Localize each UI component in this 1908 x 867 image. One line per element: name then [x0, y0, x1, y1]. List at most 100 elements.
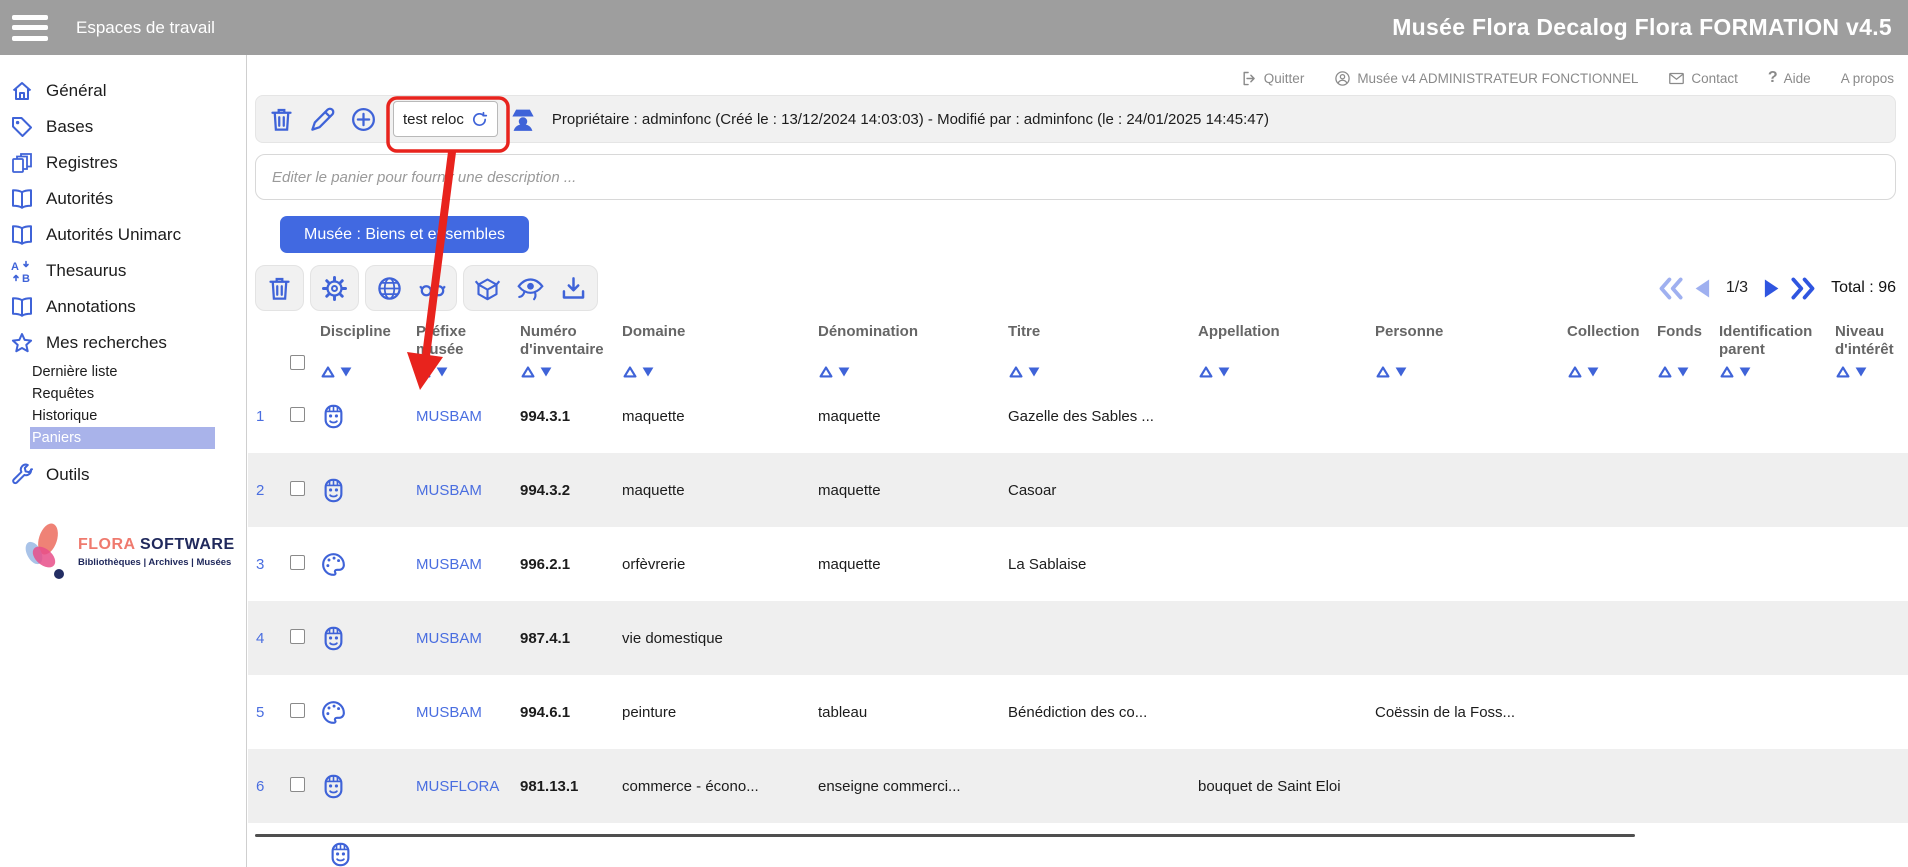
scope-button[interactable]: Musée : Biens et ensembles [280, 216, 529, 253]
cell-domaine: commerce - écono... [614, 778, 810, 795]
sort-desc-icon[interactable] [836, 365, 852, 379]
sort-asc-icon[interactable] [1198, 365, 1214, 379]
sort-desc-icon[interactable] [1853, 365, 1869, 379]
sort-asc-icon[interactable] [622, 365, 638, 379]
prefixe-musee-link[interactable]: MUSBAM [416, 408, 482, 425]
delete-basket-icon[interactable] [268, 106, 295, 133]
sort-asc-icon[interactable] [320, 365, 336, 379]
row-number-link[interactable]: 3 [256, 556, 264, 573]
sidebar-item-general[interactable]: Général [0, 73, 246, 109]
sort-asc-icon[interactable] [818, 365, 834, 379]
row-checkbox[interactable] [290, 481, 305, 496]
description-input[interactable] [255, 154, 1896, 200]
row-checkbox[interactable] [290, 555, 305, 570]
table-row[interactable]: 6 MUSFLORA 981.13.1 commerce - écono... … [248, 749, 1908, 823]
sort-asc-icon[interactable] [1375, 365, 1391, 379]
first-page-icon[interactable] [1657, 275, 1684, 302]
user-circle-icon [1334, 70, 1351, 87]
sidebar-subitem-requetes[interactable]: Requêtes [32, 383, 246, 405]
prefixe-musee-link[interactable]: MUSBAM [416, 704, 482, 721]
delete-records-icon[interactable] [266, 275, 293, 302]
sidebar-item-registres[interactable]: Registres [0, 145, 246, 181]
sort-desc-icon[interactable] [1585, 365, 1601, 379]
table-row[interactable]: 5 MUSBAM 994.6.1 peinture tableau Bénédi… [248, 675, 1908, 749]
prefixe-musee-link[interactable]: MUSBAM [416, 482, 482, 499]
page-indicator: 1/3 [1726, 279, 1748, 297]
spy-icon[interactable] [508, 104, 538, 134]
sort-asc-icon[interactable] [416, 365, 432, 379]
sort-desc-icon[interactable] [538, 365, 554, 379]
horus-eye-icon[interactable] [517, 275, 544, 302]
refresh-icon[interactable] [471, 111, 488, 128]
sort-asc-icon[interactable] [1657, 365, 1673, 379]
glasses-icon[interactable] [419, 275, 446, 302]
sidebar-item-bases[interactable]: Bases [0, 109, 246, 145]
basket-name-box[interactable]: test reloc [393, 101, 498, 137]
last-page-icon[interactable] [1790, 275, 1817, 302]
row-checkbox[interactable] [290, 777, 305, 792]
logo-wordmark: FLORA SOFTWARE [78, 536, 235, 554]
flora-flower-icon [18, 521, 70, 583]
sort-asc-icon[interactable] [1719, 365, 1735, 379]
sort-desc-icon[interactable] [338, 365, 354, 379]
row-number-link[interactable]: 5 [256, 704, 264, 721]
sidebar-subitem-paniers[interactable]: Paniers [30, 427, 215, 449]
sidebar-subitem-historique[interactable]: Historique [32, 405, 246, 427]
gear-icon[interactable] [321, 275, 348, 302]
cell-titre: La Sablaise [1000, 556, 1190, 573]
hamburger-menu-icon[interactable] [12, 15, 48, 41]
globe-icon[interactable] [376, 275, 403, 302]
sidebar-item-autorites[interactable]: Autorités [0, 181, 246, 217]
apropos-link[interactable]: A propos [1841, 71, 1894, 86]
previous-page-icon[interactable] [1690, 275, 1717, 302]
sort-asc-icon[interactable] [1008, 365, 1024, 379]
cell-numero-inventaire: 994.3.2 [512, 482, 614, 499]
download-icon[interactable] [560, 275, 587, 302]
table-row[interactable]: 4 MUSBAM 987.4.1 vie domestique [248, 601, 1908, 675]
prefixe-musee-link[interactable]: MUSBAM [416, 556, 482, 573]
edit-basket-icon[interactable] [309, 106, 336, 133]
row-number-link[interactable]: 2 [256, 482, 264, 499]
cell-denomination: maquette [810, 408, 1000, 425]
sort-desc-icon[interactable] [1393, 365, 1409, 379]
sidebar-item-thesaurus[interactable]: Thesaurus [0, 253, 246, 289]
home-icon [10, 79, 34, 103]
row-checkbox[interactable] [290, 703, 305, 718]
sort-desc-icon[interactable] [434, 365, 450, 379]
row-number-link[interactable]: 4 [256, 630, 264, 647]
sort-asc-icon[interactable] [520, 365, 536, 379]
sort-asc-icon[interactable] [1567, 365, 1583, 379]
row-checkbox[interactable] [290, 407, 305, 422]
palette-icon [320, 699, 347, 726]
row-checkbox[interactable] [290, 629, 305, 644]
next-page-icon[interactable] [1757, 275, 1784, 302]
sort-desc-icon[interactable] [1675, 365, 1691, 379]
envelope-icon [1668, 70, 1685, 87]
table-row[interactable]: 2 MUSBAM 994.3.2 maquette maquette Casoa… [248, 453, 1908, 527]
prefixe-musee-link[interactable]: MUSFLORA [416, 778, 499, 795]
quitter-link[interactable]: Quitter [1241, 70, 1305, 87]
row-number-link[interactable]: 1 [256, 408, 264, 425]
select-all-checkbox[interactable] [290, 355, 305, 370]
contact-link[interactable]: Contact [1668, 70, 1738, 87]
sidebar-item-mes-recherches[interactable]: Mes recherches [0, 325, 246, 361]
add-basket-icon[interactable] [350, 106, 377, 133]
sidebar-item-autorites-unimarc[interactable]: Autorités Unimarc [0, 217, 246, 253]
box-icon[interactable] [474, 275, 501, 302]
aide-link[interactable]: ? Aide [1768, 69, 1811, 87]
sidebar-item-annotations[interactable]: Annotations [0, 289, 246, 325]
sort-asc-icon[interactable] [1835, 365, 1851, 379]
sidebar-subitem-derniere-liste[interactable]: Dernière liste [32, 361, 246, 383]
registers-icon [10, 151, 34, 175]
row-number-link[interactable]: 6 [256, 778, 264, 795]
table-row[interactable]: 1 MUSBAM 994.3.1 maquette maquette Gazel… [248, 379, 1908, 453]
workspace-label[interactable]: Espaces de travail [76, 18, 215, 38]
sort-desc-icon[interactable] [1026, 365, 1042, 379]
sort-desc-icon[interactable] [1216, 365, 1232, 379]
sort-desc-icon[interactable] [640, 365, 656, 379]
sort-desc-icon[interactable] [1737, 365, 1753, 379]
prefixe-musee-link[interactable]: MUSBAM [416, 630, 482, 647]
table-row[interactable]: 3 MUSBAM 996.2.1 orfèvrerie maquette La … [248, 527, 1908, 601]
current-user[interactable]: Musée v4 ADMINISTRATEUR FONCTIONNEL [1334, 70, 1638, 87]
sidebar-item-outils[interactable]: Outils [0, 457, 246, 493]
